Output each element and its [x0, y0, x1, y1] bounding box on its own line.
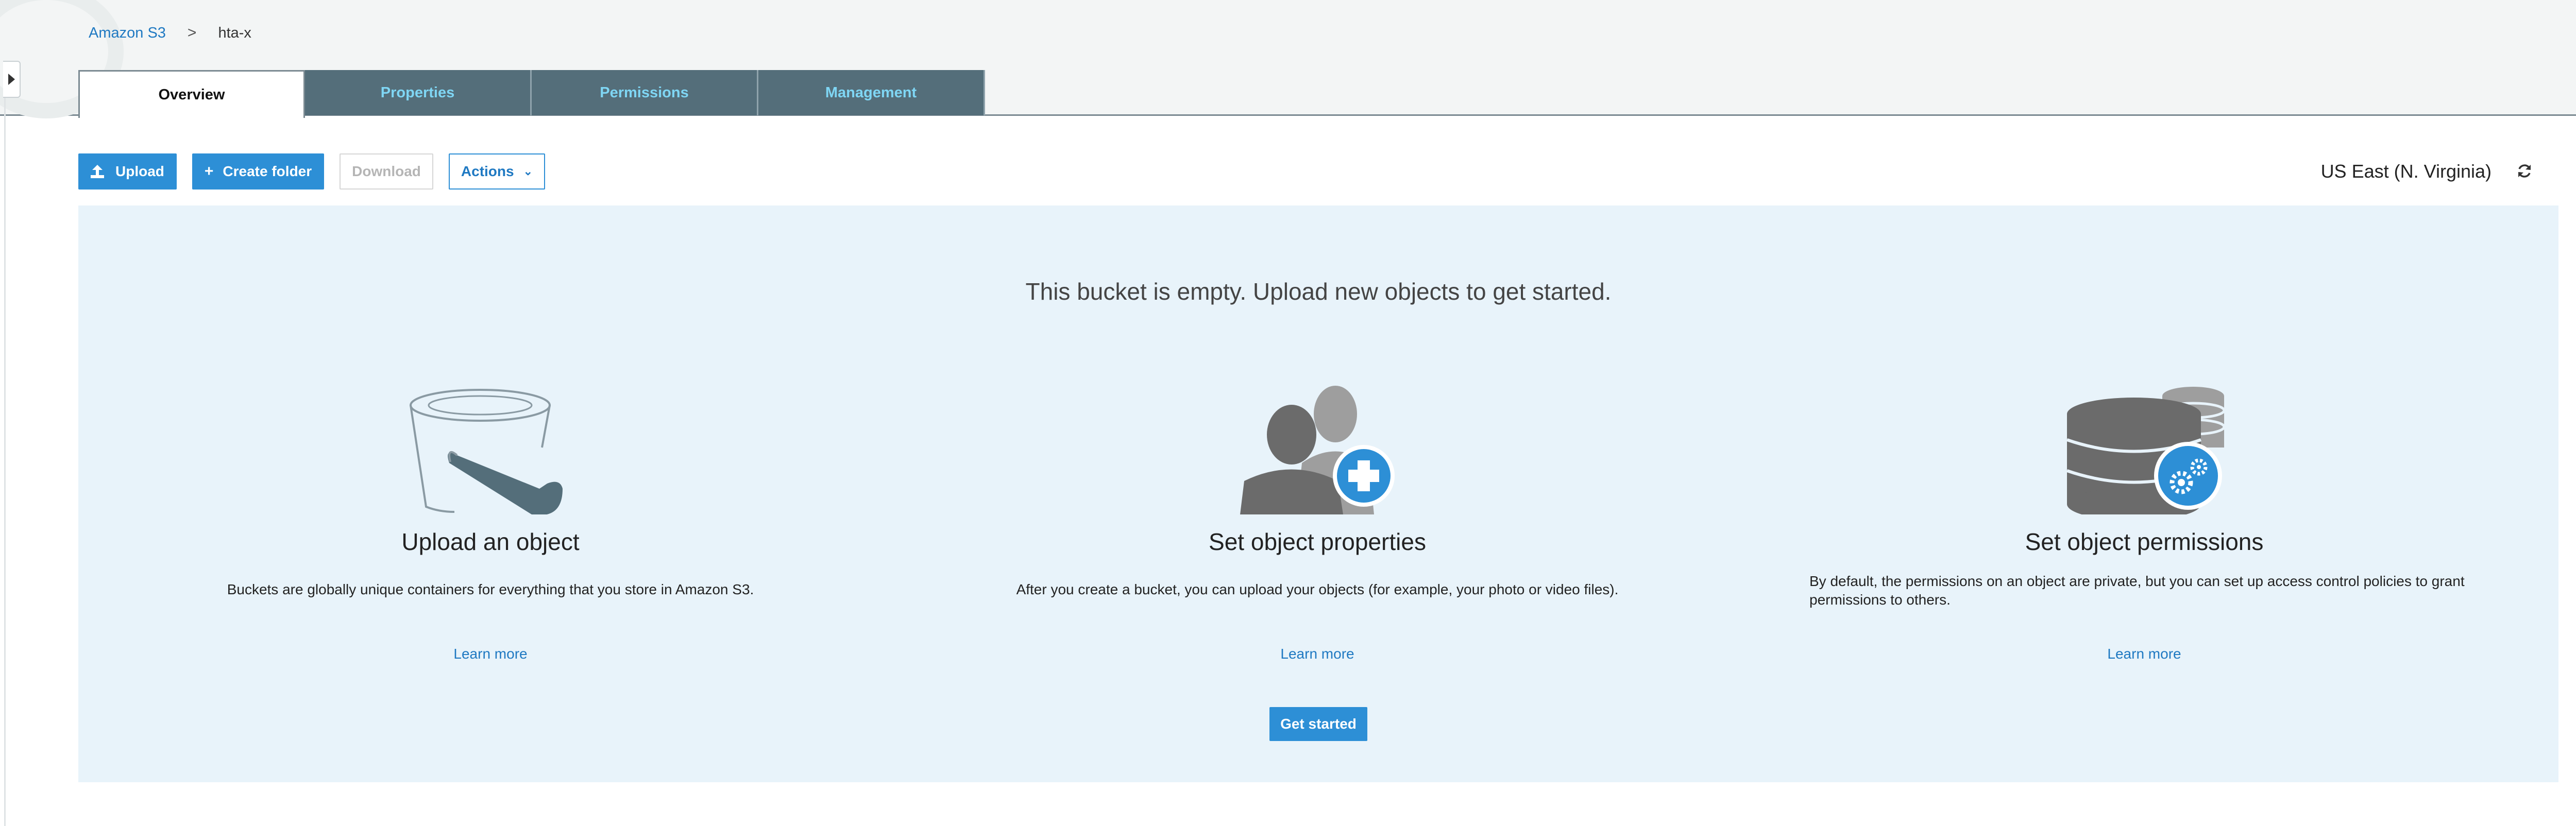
set-properties-heading: Set object properties	[1209, 528, 1426, 555]
upload-button-label: Upload	[115, 163, 164, 179]
breadcrumb-bucket: hta-x	[218, 24, 251, 41]
get-started-button[interactable]: Get started	[1269, 707, 1367, 741]
set-permissions-card: Set object permissions By default, the p…	[1809, 386, 2479, 609]
users-add-icon	[1240, 386, 1395, 514]
set-properties-card: Set object properties After you create a…	[982, 386, 1652, 599]
learn-more-link-permissions[interactable]: Learn more	[1809, 646, 2479, 662]
learn-more-link-properties[interactable]: Learn more	[982, 646, 1652, 662]
learn-more-link-upload[interactable]: Learn more	[156, 646, 825, 662]
set-permissions-heading: Set object permissions	[2025, 528, 2264, 555]
breadcrumb-amazon-s3[interactable]: Amazon S3	[89, 25, 166, 42]
tab-overview[interactable]: Overview	[78, 70, 305, 118]
create-folder-button-label: Create folder	[223, 163, 312, 179]
breadcrumb-separator: >	[187, 24, 197, 41]
chevron-down-icon: ⌄	[523, 165, 533, 178]
tab-management[interactable]: Management	[758, 70, 985, 115]
create-folder-button[interactable]: + Create folder	[192, 153, 325, 190]
upload-object-card: Upload an object Buckets are globally un…	[156, 386, 825, 599]
download-button-label: Download	[352, 163, 421, 179]
actions-dropdown[interactable]: Actions ⌄	[448, 153, 546, 190]
actions-dropdown-label: Actions	[461, 163, 514, 179]
database-settings-icon	[2066, 387, 2226, 514]
upload-button[interactable]: Upload	[78, 153, 177, 190]
upload-object-heading: Upload an object	[401, 528, 580, 555]
empty-bucket-panel: This bucket is empty. Upload new objects…	[78, 205, 2558, 782]
download-button[interactable]: Download	[340, 153, 433, 190]
tab-permissions[interactable]: Permissions	[532, 70, 758, 115]
toolbar: Upload + Create folder Download Actions …	[78, 153, 561, 190]
bucket-icon	[410, 389, 563, 514]
refresh-glyph	[2518, 164, 2531, 178]
sidebar-toggle-button[interactable]	[3, 61, 21, 98]
set-permissions-text: By default, the permissions on an object…	[1809, 573, 2465, 608]
empty-state-title: This bucket is empty. Upload new objects…	[1025, 278, 1612, 305]
tab-bar: Overview Properties Permissions Manageme…	[78, 70, 985, 118]
upload-object-text: Buckets are globally unique containers f…	[227, 581, 754, 597]
set-properties-text: After you create a bucket, you can uploa…	[1016, 581, 1619, 597]
tab-properties[interactable]: Properties	[305, 70, 532, 115]
upload-icon	[91, 165, 104, 178]
caret-right-icon	[8, 74, 15, 85]
breadcrumb: Amazon S3 > hta-x	[89, 23, 251, 43]
sidebar-edge	[4, 98, 6, 826]
refresh-icon[interactable]	[2514, 161, 2535, 181]
plus-icon: +	[204, 163, 214, 180]
region-label: US East (N. Virginia)	[2320, 161, 2492, 182]
